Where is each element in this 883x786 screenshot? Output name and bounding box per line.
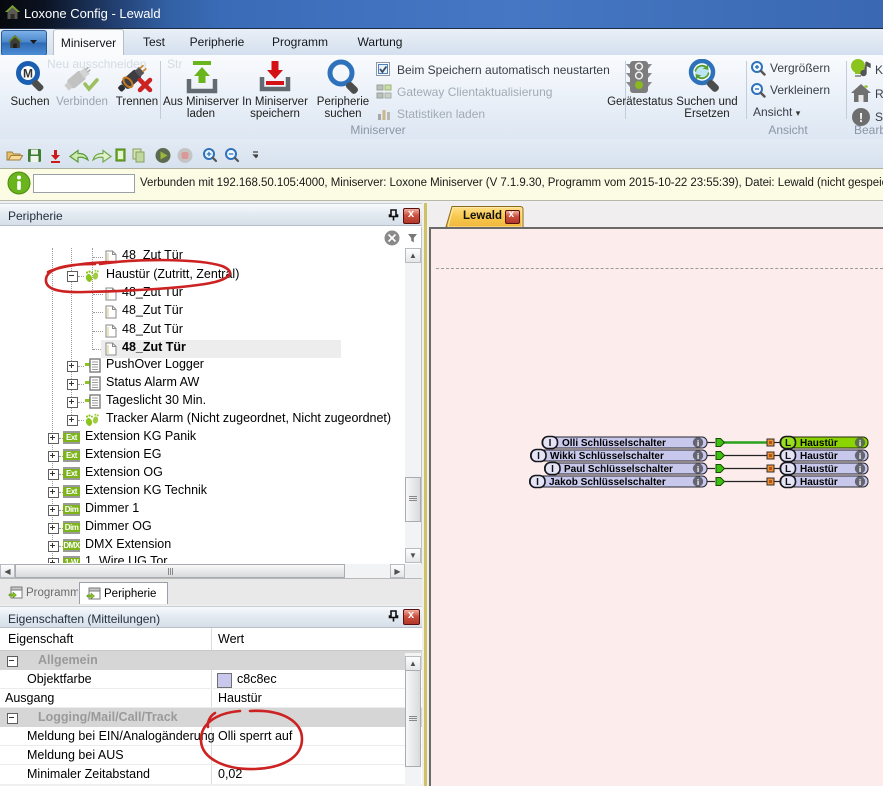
svg-text:L: L: [785, 464, 791, 475]
svg-text:i: i: [859, 451, 861, 461]
svg-text:i: i: [697, 438, 699, 448]
svg-text:i: i: [697, 451, 699, 461]
svg-text:Olli Schlüsselschalter: Olli Schlüsselschalter: [562, 438, 666, 449]
svg-text:I: I: [549, 438, 552, 449]
svg-text:i: i: [697, 477, 699, 487]
svg-text:L: L: [785, 438, 791, 449]
svg-text:Haustür: Haustür: [800, 464, 838, 475]
svg-text:Paul Schlüsselschalter: Paul Schlüsselschalter: [564, 464, 673, 475]
svg-text:Haustür: Haustür: [800, 451, 838, 462]
svg-text:i: i: [859, 464, 861, 474]
svg-text:i: i: [859, 438, 861, 448]
svg-text:I: I: [536, 477, 539, 488]
svg-text:I: I: [537, 451, 540, 462]
svg-text:Wikki Schlüsselschalter: Wikki Schlüsselschalter: [550, 451, 664, 462]
svg-text:M: M: [23, 67, 33, 81]
svg-text:Jakob Schlüsselschalter: Jakob Schlüsselschalter: [549, 477, 666, 488]
svg-text:L: L: [785, 451, 791, 462]
svg-text:Haustür: Haustür: [800, 438, 838, 449]
svg-text:i: i: [697, 464, 699, 474]
svg-text:L: L: [785, 477, 791, 488]
svg-text:Haustür: Haustür: [800, 477, 838, 488]
svg-text:i: i: [859, 477, 861, 487]
svg-text:I: I: [551, 464, 554, 475]
